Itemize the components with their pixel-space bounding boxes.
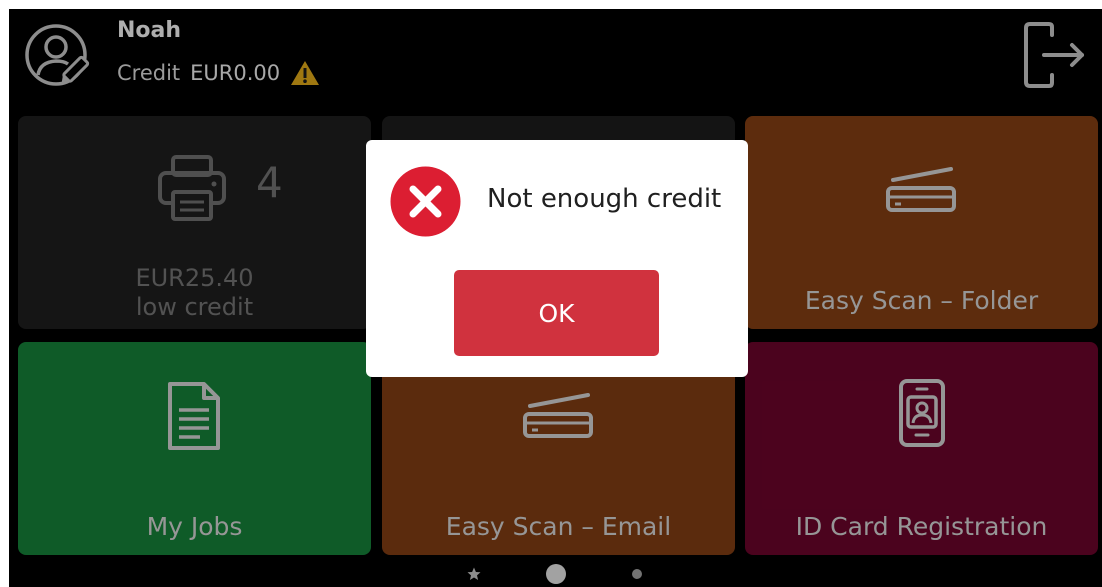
dialog-message: Not enough credit bbox=[487, 184, 722, 214]
ok-button[interactable]: OK bbox=[454, 270, 659, 356]
error-dialog: Not enough credit OK bbox=[366, 140, 748, 377]
terminal-screen: Noah Credit EUR0.00 4 EUR25.40 low credi… bbox=[9, 9, 1102, 587]
error-icon bbox=[390, 166, 461, 237]
